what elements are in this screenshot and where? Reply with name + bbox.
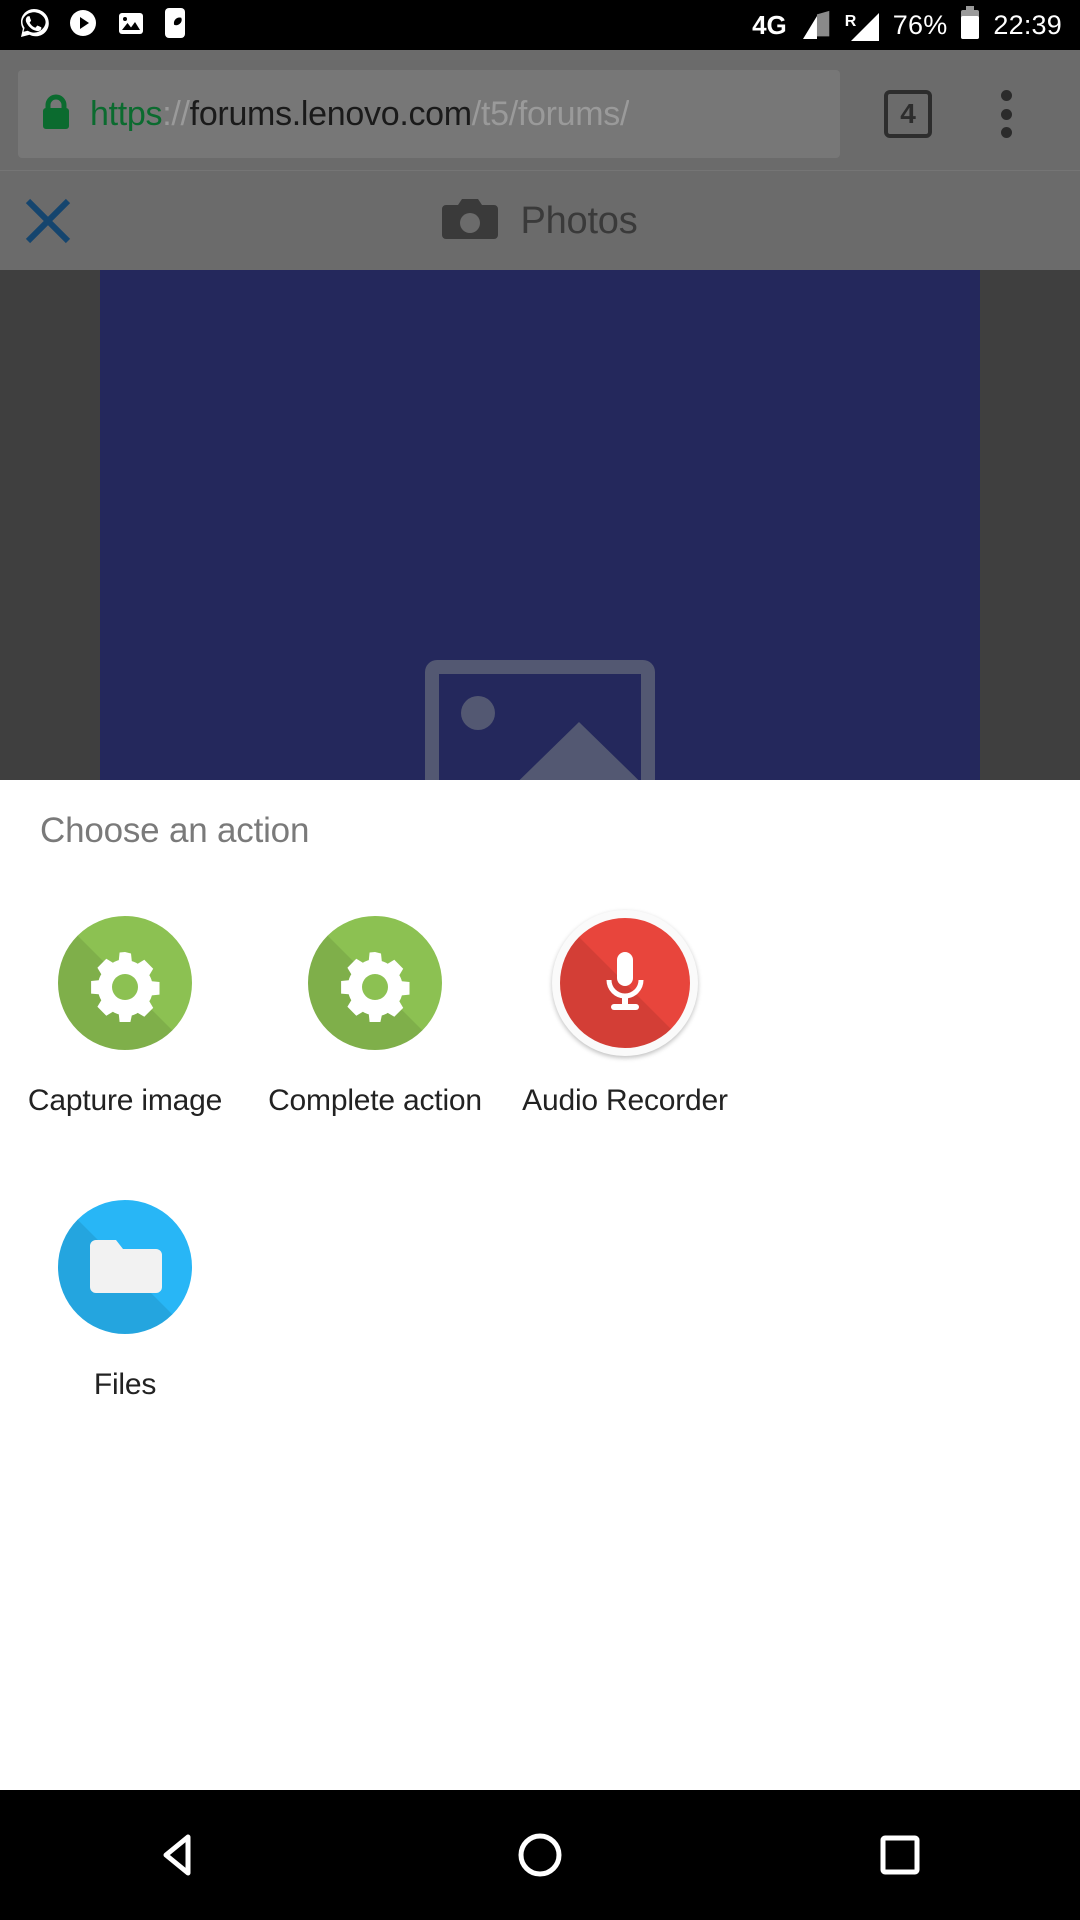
signal-bars-icon (801, 9, 835, 41)
camera-icon (442, 197, 499, 246)
home-circle-icon[interactable] (480, 1810, 600, 1900)
do-not-disturb-moon-icon (164, 7, 186, 44)
app-option-capture-image[interactable]: Capture image (0, 885, 250, 1118)
photo-preview-card (100, 270, 980, 780)
system-navigation-bar (0, 1790, 1080, 1920)
roaming-signal-icon: R (845, 9, 881, 41)
url-host: forums.lenovo.com (189, 97, 472, 131)
url-bar[interactable]: https://forums.lenovo.com/t5/forums/ (18, 70, 840, 158)
app-option-complete-action[interactable]: Complete action (250, 885, 500, 1118)
battery-icon (959, 5, 981, 45)
recents-square-icon[interactable] (840, 1810, 960, 1900)
app-option-label: Files (93, 1368, 157, 1401)
clock-label: 22:39 (993, 9, 1062, 40)
secure-lock-icon (40, 92, 72, 137)
play-media-icon (68, 8, 98, 43)
gallery-image-icon (116, 8, 146, 43)
whatsapp-icon (18, 7, 50, 44)
app-option-label: Capture image (27, 1084, 223, 1117)
choose-action-sheet: Choose an action Capture image Complete … (0, 780, 1080, 1740)
url-display: https://forums.lenovo.com/t5/forums/ (90, 97, 629, 131)
grid-spacer (750, 885, 1000, 1118)
photo-picker-header: Photos (0, 170, 1080, 270)
browser-toolbar: https://forums.lenovo.com/t5/forums/ 4 (0, 50, 1080, 170)
sheet-title: Choose an action (40, 811, 310, 850)
gear-icon (300, 908, 450, 1058)
android-screen: 4G R 76% 22:39 https://forums.lenovo.com… (0, 0, 1080, 1920)
picker-title-group: Photos (0, 171, 1080, 271)
back-triangle-icon[interactable] (120, 1810, 240, 1900)
microphone-icon (550, 908, 700, 1058)
photo-preview-area (0, 270, 1080, 780)
url-separator: :// (162, 97, 190, 131)
tab-switcher-button[interactable]: 4 (884, 90, 932, 138)
status-bar: 4G R 76% 22:39 (0, 0, 1080, 50)
network-type-label: 4G (752, 9, 787, 40)
battery-percent-label: 76% (892, 9, 948, 40)
app-chooser-grid: Capture image Complete action Audio Reco… (0, 885, 1080, 1402)
folder-icon (50, 1192, 200, 1342)
picker-title: Photos (520, 199, 638, 242)
app-option-audio-recorder[interactable]: Audio Recorder (500, 885, 750, 1118)
status-bar-notifications (18, 7, 186, 44)
url-path: /t5/forums/ (471, 97, 630, 131)
close-icon[interactable] (22, 195, 74, 247)
app-option-files[interactable]: Files (0, 1118, 250, 1402)
app-option-label: Audio Recorder (522, 1084, 728, 1117)
more-options-icon[interactable] (1000, 90, 1012, 138)
broken-image-placeholder-icon (425, 660, 655, 780)
url-scheme: https (90, 97, 163, 131)
gear-icon (50, 908, 200, 1058)
status-bar-system: 4G R 76% 22:39 (752, 5, 1062, 45)
app-option-label: Complete action (268, 1084, 482, 1117)
